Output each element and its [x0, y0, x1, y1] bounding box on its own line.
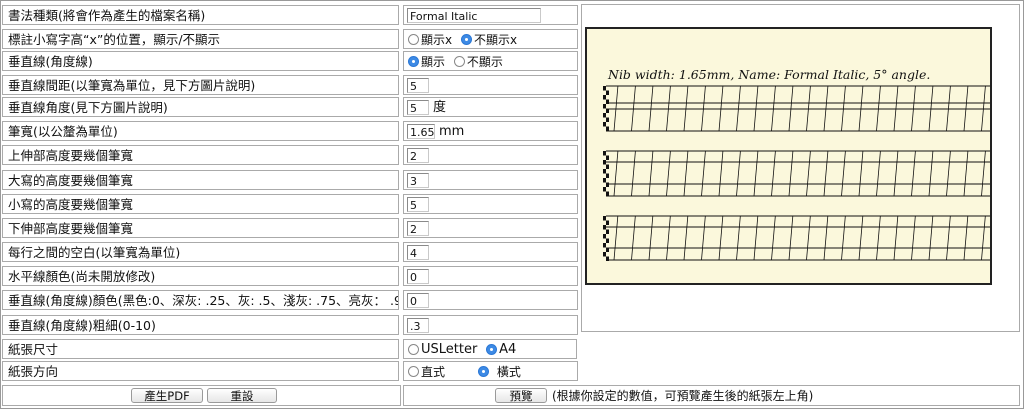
- orientation-portrait-radio[interactable]: [408, 366, 419, 377]
- nib-width-input[interactable]: 1.65: [407, 124, 435, 139]
- orientation-landscape-label: 橫式: [496, 364, 521, 379]
- preview-buttons-cell: 預覽 (根據你設定的數值，可預覽產生後的紙張左上角): [403, 385, 1020, 406]
- slant-color-input[interactable]: 0: [407, 293, 429, 308]
- reset-button[interactable]: 重設: [207, 388, 277, 403]
- action-buttons-cell: 產生PDF 重設: [2, 385, 401, 406]
- paper-a4-radio[interactable]: [486, 344, 498, 355]
- preview-caption: Nib width: 1.65mm, Name: Formal Italic, …: [607, 67, 930, 82]
- line-gap-input[interactable]: 4: [407, 245, 429, 260]
- descender-input[interactable]: 2: [407, 221, 429, 236]
- preview-sheet: Nib width: 1.65mm, Name: Formal Italic, …: [582, 5, 1019, 331]
- slant-lines-label: 垂直線(角度線): [2, 51, 399, 71]
- paper-size-label: 紙張尺寸: [2, 339, 399, 359]
- capital-input[interactable]: 3: [407, 173, 429, 188]
- slant-color-label: 垂直線(角度線)顏色(黑色:0、深灰: .25、灰: .5、淺灰: .75、亮灰…: [2, 290, 399, 310]
- slant-spacing-input[interactable]: 5: [407, 78, 429, 93]
- x-mark-show-label: 顯示x: [421, 32, 453, 47]
- slant-hide-radio[interactable]: [453, 56, 465, 67]
- paper-usletter-label: USLetter: [421, 341, 478, 357]
- x-mark-hide-label: 不顯示x: [473, 32, 518, 47]
- slant-hide-label: 不顯示: [466, 54, 503, 69]
- calligraphy-type-input[interactable]: Formal Italic: [407, 8, 541, 23]
- slant-thickness-label: 垂直線(角度線)粗細(0-10): [2, 315, 399, 335]
- preview-cell: Nib width: 1.65mm, Name: Formal Italic, …: [581, 4, 1020, 332]
- nib-width-label: 筆寬(以公釐為單位): [2, 121, 399, 141]
- generate-pdf-button[interactable]: 產生PDF: [131, 388, 203, 403]
- descender-label: 下伸部高度要幾個筆寬: [2, 218, 399, 238]
- slant-spacing-label: 垂直線間距(以筆寬為單位，見下方圖片說明): [2, 75, 399, 95]
- orientation-landscape-radio[interactable]: [477, 366, 489, 377]
- slant-angle-label: 垂直線角度(見下方圖片說明): [2, 97, 399, 117]
- ascender-label: 上伸部高度要幾個筆寬: [2, 145, 399, 165]
- paper-usletter-radio[interactable]: [408, 344, 419, 355]
- nib-width-unit: mm: [439, 123, 465, 139]
- paper-a4-label: A4: [499, 341, 517, 357]
- calligraphy-type-label: 書法種類(將會作為產生的檔案名稱): [2, 5, 399, 25]
- slant-angle-input[interactable]: 5: [407, 100, 429, 115]
- line-gap-label: 每行之間的空白(以筆寬為單位): [2, 242, 399, 262]
- nib-width-cell: 1.65 mm: [403, 121, 578, 141]
- horizontal-color-cell: 0: [403, 266, 578, 286]
- slant-thickness-cell: .3: [403, 315, 578, 335]
- slant-angle-unit: 度: [433, 99, 447, 115]
- orientation-portrait-label: 直式: [421, 364, 446, 379]
- orientation-label: 紙張方向: [2, 361, 399, 381]
- slant-thickness-input[interactable]: .3: [407, 318, 429, 333]
- preview-button[interactable]: 預覽: [495, 388, 547, 403]
- line-gap-cell: 4: [403, 242, 578, 262]
- slant-spacing-cell: 5: [403, 75, 578, 95]
- orientation-cell: 直式 橫式: [403, 361, 578, 381]
- capital-cell: 3: [403, 170, 578, 190]
- calligraphy-type-cell: Formal Italic: [403, 5, 578, 25]
- paper-size-cell: USLetter A4: [403, 339, 577, 359]
- x-height-mark-label: 標註小寫字高“x”的位置，顯示/不顯示: [2, 29, 399, 49]
- ascender-cell: 2: [403, 145, 578, 165]
- horizontal-color-input[interactable]: 0: [407, 269, 429, 284]
- x-height-label: 小寫的高度要幾個筆寬: [2, 194, 399, 214]
- slant-show-label: 顯示: [421, 54, 446, 69]
- slant-lines-cell: 顯示 不顯示: [403, 51, 578, 71]
- x-height-mark-cell: 顯示x 不顯示x: [403, 29, 578, 49]
- horizontal-color-label: 水平線顏色(尚未開放修改): [2, 266, 399, 286]
- slant-show-radio[interactable]: [408, 56, 419, 67]
- slant-angle-cell: 5度: [403, 97, 578, 117]
- ascender-input[interactable]: 2: [407, 148, 429, 163]
- x-mark-show-radio[interactable]: [408, 34, 419, 45]
- x-height-input[interactable]: 5: [407, 197, 429, 212]
- capital-label: 大寫的高度要幾個筆寬: [2, 170, 399, 190]
- preview-note: (根據你設定的數值，可預覽產生後的紙張左上角): [552, 389, 814, 403]
- x-mark-hide-radio[interactable]: [460, 34, 472, 45]
- x-height-cell: 5: [403, 194, 578, 214]
- descender-cell: 2: [403, 218, 578, 238]
- slant-color-cell: 0: [403, 290, 578, 310]
